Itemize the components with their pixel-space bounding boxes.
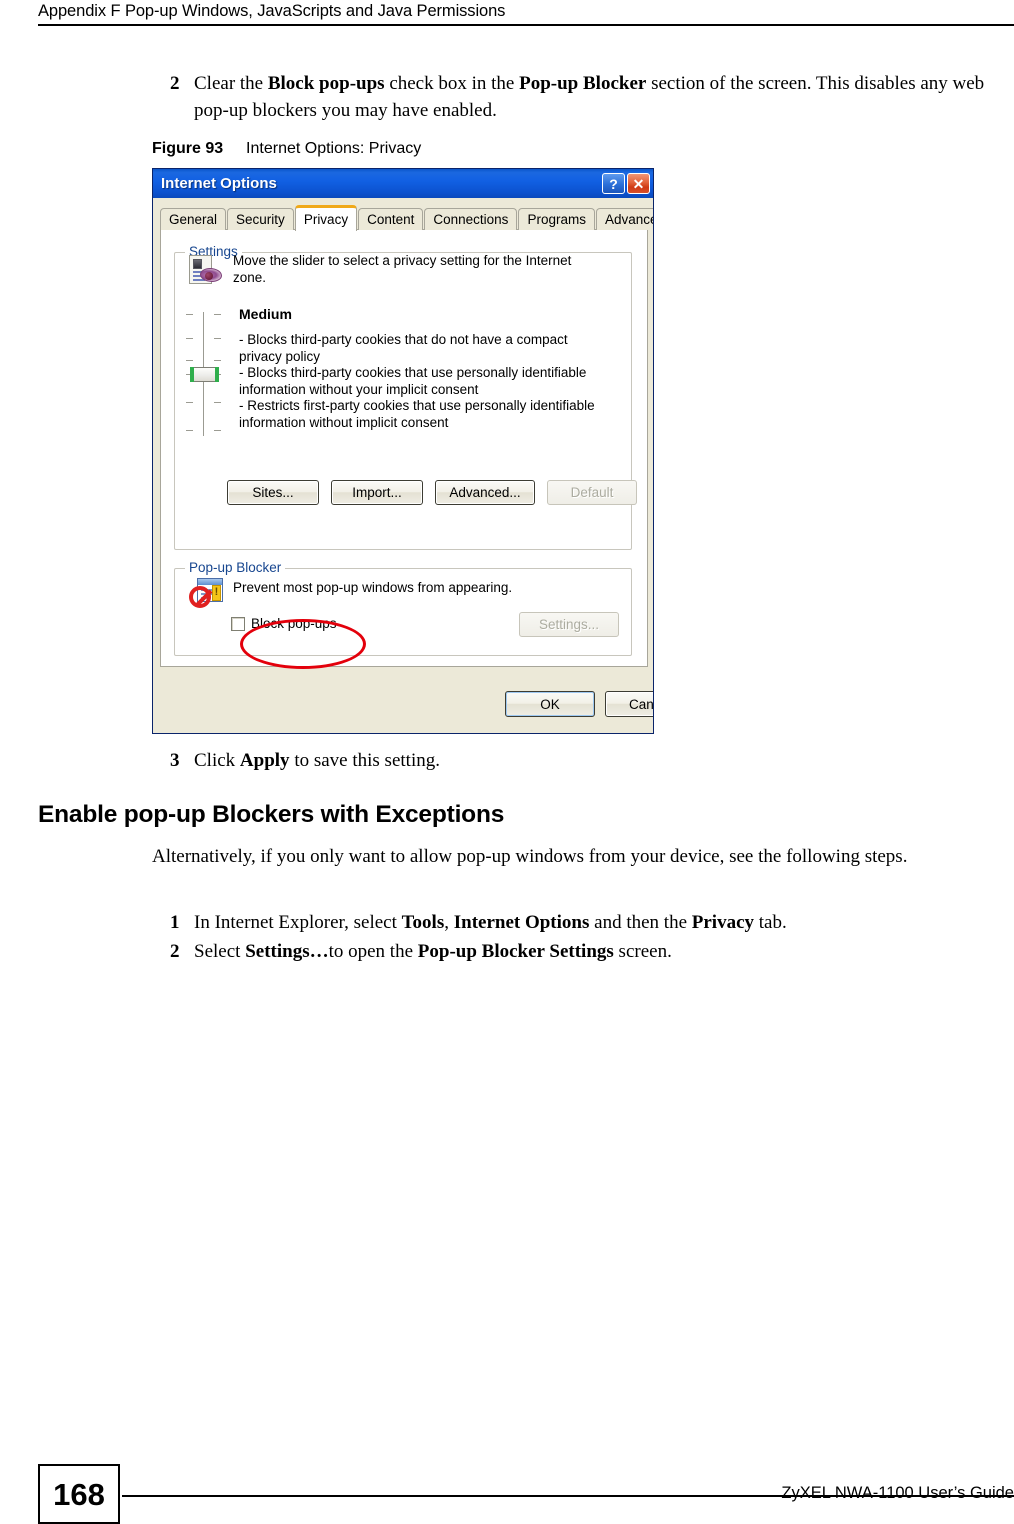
ok-button[interactable]: OK: [505, 691, 595, 717]
import-button[interactable]: Import...: [331, 480, 423, 505]
tab-advanced[interactable]: Advanced: [595, 208, 653, 230]
step-number: 3: [170, 750, 180, 771]
step-text: Select Settings…to open the Pop-up Block…: [194, 941, 672, 962]
tab-general[interactable]: General: [160, 208, 227, 230]
page-running-header: Appendix F Pop-up Windows, JavaScripts a…: [38, 0, 1014, 26]
privacy-level-slider[interactable]: [181, 310, 227, 438]
privacy-tab-panel: Settings Move the slider to select a pri…: [160, 229, 648, 667]
step-item-2: 2 Clear the Block pop-ups check box in t…: [170, 70, 1010, 124]
privacy-level-description: - Blocks third-party cookies that do not…: [239, 332, 595, 430]
figure-label: Figure 93: [152, 140, 224, 157]
figure-title: Internet Options: Privacy: [246, 140, 422, 157]
slider-thumb[interactable]: [190, 367, 219, 382]
popup-blocker-description: Prevent most pop-up windows from appeari…: [233, 580, 513, 595]
dialog-title: Internet Options: [161, 175, 277, 192]
footer-guide-title: ZyXEL NWA-1100 User’s Guide: [781, 1484, 1014, 1502]
page-number-box: 168: [38, 1464, 120, 1524]
default-button: Default: [547, 480, 637, 505]
step-text: Clear the Block pop-ups check box in the…: [194, 73, 985, 121]
tab-programs[interactable]: Programs: [518, 208, 595, 230]
cancel-button[interactable]: Cancel: [605, 691, 653, 717]
tab-security[interactable]: Security: [227, 208, 294, 230]
popup-blocker-group-label: Pop-up Blocker: [185, 560, 286, 576]
step-number: 2: [170, 73, 180, 94]
tab-connections[interactable]: Connections: [424, 208, 518, 230]
figure-caption: Figure 93 Internet Options: Privacy: [152, 138, 421, 160]
popup-settings-button: Settings...: [519, 612, 619, 637]
help-icon[interactable]: ?: [602, 173, 625, 194]
step-number: 2: [170, 941, 180, 962]
running-head-text: Appendix F Pop-up Windows, JavaScripts a…: [38, 2, 506, 20]
header-divider-rule: [38, 24, 1014, 26]
step-item-2b: 2 Select Settings…to open the Pop-up Blo…: [170, 938, 1010, 965]
close-icon[interactable]: ✕: [627, 173, 650, 194]
advanced-button[interactable]: Advanced...: [435, 480, 535, 505]
step-number: 1: [170, 912, 180, 933]
internet-options-dialog: Internet Options ? ✕ General Security Pr…: [152, 168, 654, 734]
step-item-1b: 1 In Internet Explorer, select Tools, In…: [170, 909, 1010, 936]
tab-content[interactable]: Content: [358, 208, 424, 230]
sites-button[interactable]: Sites...: [227, 480, 319, 505]
tab-privacy[interactable]: Privacy: [294, 205, 358, 231]
dialog-titlebar: Internet Options ? ✕: [153, 169, 653, 198]
privacy-settings-icon: [189, 254, 222, 287]
page-number: 168: [53, 1476, 105, 1512]
dialog-tabstrip: General Security Privacy Content Connect…: [160, 205, 653, 231]
step-text: In Internet Explorer, select Tools, Inte…: [194, 912, 787, 933]
block-popups-row[interactable]: Block pop-ups: [231, 616, 337, 631]
block-popups-checkbox[interactable]: [231, 616, 245, 631]
intro-paragraph: Alternatively, if you only want to allow…: [152, 846, 908, 867]
popup-blocker-icon: !: [189, 578, 223, 610]
settings-description: Move the slider to select a privacy sett…: [233, 253, 572, 285]
privacy-level-name: Medium: [239, 306, 292, 322]
step-text: Click Apply to save this setting.: [194, 750, 440, 771]
section-heading: Enable pop-up Blockers with Exceptions: [38, 801, 505, 828]
block-popups-label: Block pop-ups: [251, 616, 337, 631]
step-item-3: 3 Click Apply to save this setting.: [170, 747, 1010, 774]
